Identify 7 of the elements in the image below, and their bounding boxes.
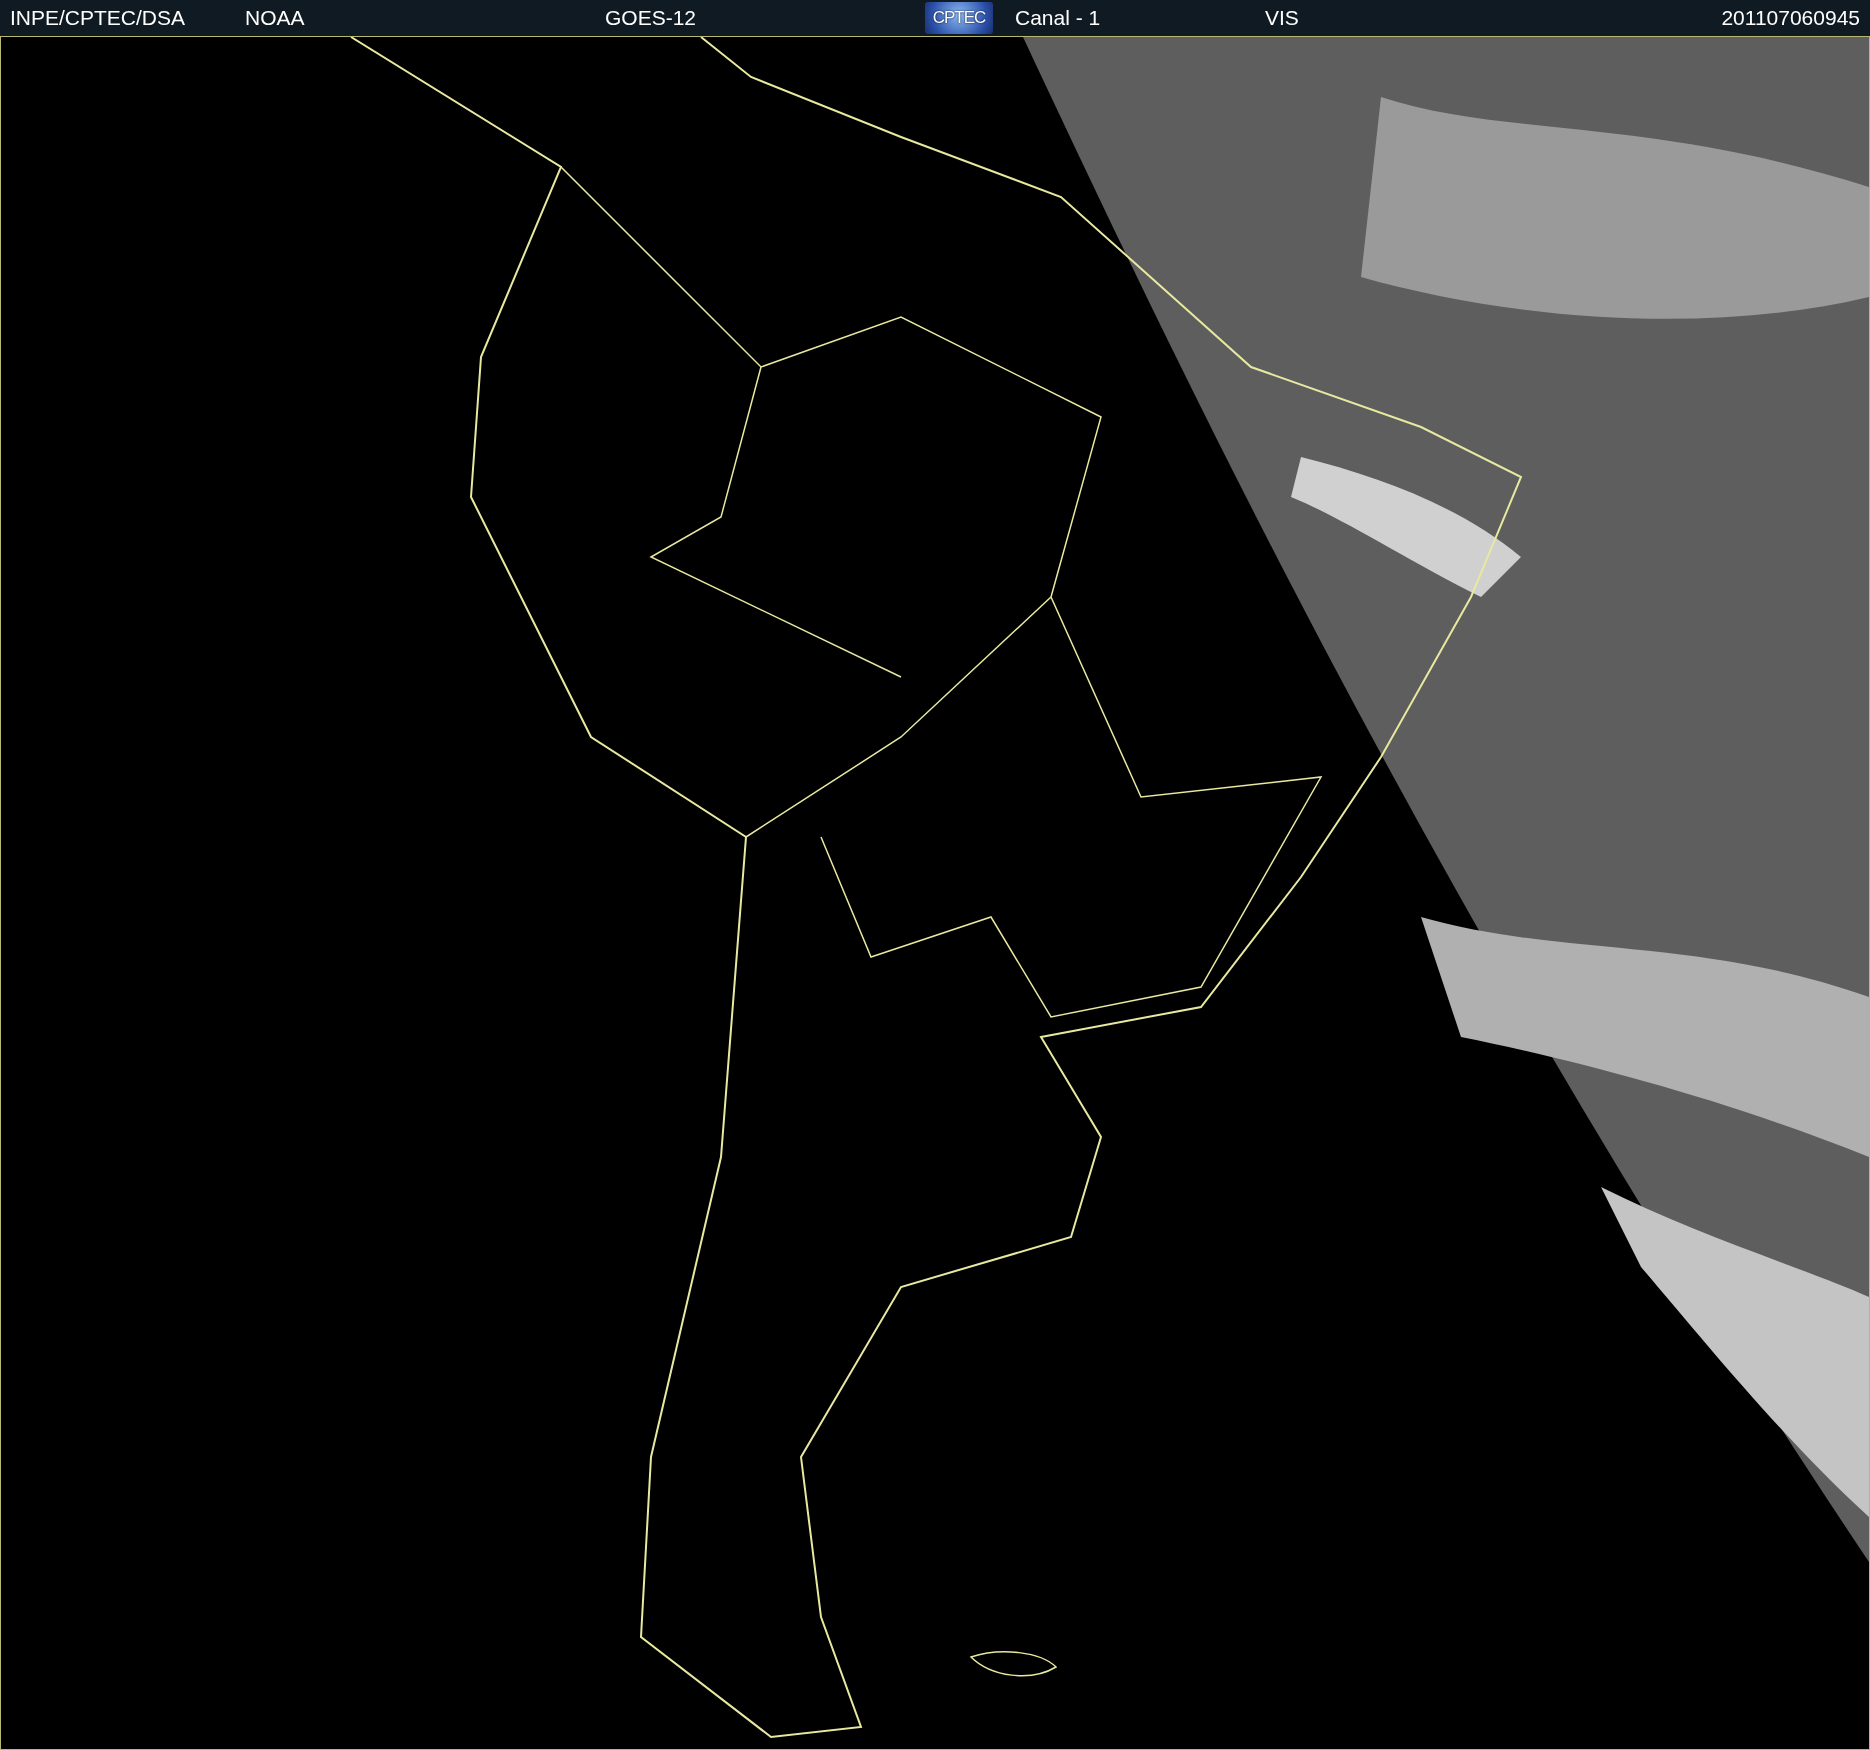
header-label: 201107060945: [1721, 6, 1860, 30]
header-label: INPE/CPTEC/DSA: [10, 6, 187, 30]
header-label: NOAA: [245, 6, 306, 30]
header-label: GOES-12: [605, 6, 698, 30]
header-label: VIS: [1265, 6, 1300, 30]
header-label: Canal - 1: [1015, 6, 1102, 30]
logo: CPTEC: [925, 2, 993, 34]
